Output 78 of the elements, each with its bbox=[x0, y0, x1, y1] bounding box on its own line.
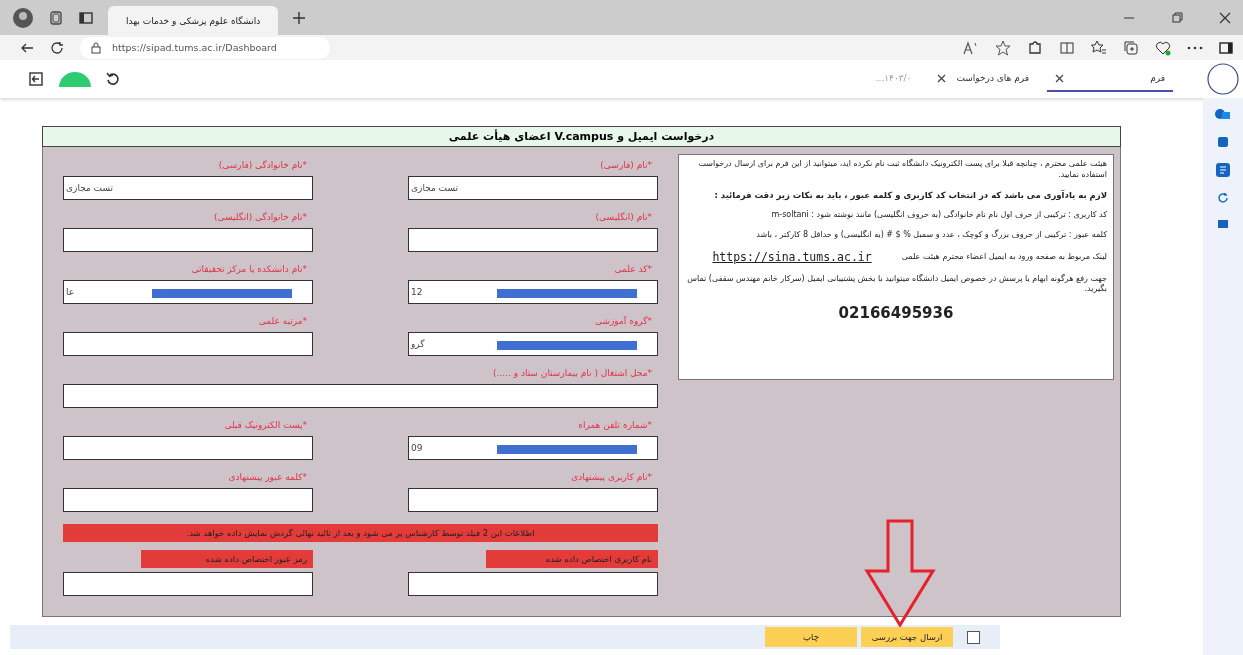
input-field[interactable] bbox=[408, 228, 658, 252]
undo-icon[interactable] bbox=[106, 72, 120, 86]
address-bar[interactable]: https://sipad.tums.ac.ir/Dashboard bbox=[80, 36, 330, 59]
input-field[interactable]: 09 bbox=[408, 436, 658, 460]
field-label: *مرتبه علمی bbox=[257, 315, 308, 328]
new-tab-icon[interactable] bbox=[292, 10, 306, 25]
input-field[interactable]: تست مجازی bbox=[63, 176, 313, 200]
restore-icon[interactable] bbox=[1171, 11, 1183, 24]
form-tab[interactable]: فرم های درخواست bbox=[929, 66, 1037, 92]
document-icon[interactable] bbox=[1215, 162, 1231, 178]
form-title: درخواست ایمیل و V.campus اعضای هیأت علمی bbox=[42, 126, 1121, 147]
tab-label: ۱۴۰۳/۰... bbox=[875, 73, 912, 83]
info-text: جهت رفع هرگونه ابهام یا پرسش در خصوص ایمیل دانشگاه میتوانید با بخش پشتیبانی ایمیل (سرکار خانم مهندس سقفی) تماس بگیرید. bbox=[686, 273, 1107, 296]
field-label: *محل اشتغال ( نام بیمارستان ستاد و .....) bbox=[492, 367, 653, 380]
input-field[interactable] bbox=[63, 436, 313, 460]
field-label: *نام کاربری پیشنهادی bbox=[570, 471, 653, 484]
collections-icon[interactable] bbox=[1123, 39, 1139, 56]
input-field[interactable]: عا bbox=[63, 280, 313, 304]
split-screen-icon[interactable] bbox=[1059, 39, 1075, 56]
tab-actions-icon[interactable] bbox=[78, 9, 94, 26]
info-text: لازم به یادآوری می باشد که در انتخاب کد کاربری و کلمه عبور ، باید به نکات زیر دقت فرمائید : bbox=[713, 189, 1107, 202]
input-field[interactable] bbox=[408, 572, 658, 596]
email-link[interactable]: https://sina.tums.ac.ir bbox=[712, 249, 872, 264]
field-label: رمز عبور اختصاص داده شده bbox=[141, 550, 313, 568]
form-tab[interactable]: فرم bbox=[1047, 66, 1173, 92]
input-field[interactable] bbox=[63, 488, 313, 512]
checkbox[interactable] bbox=[967, 630, 980, 644]
tab-label: فرم bbox=[1150, 73, 1165, 83]
close-icon[interactable] bbox=[1219, 11, 1231, 24]
field-label: *کد علمی bbox=[613, 263, 653, 276]
sidebar-icon[interactable] bbox=[1219, 41, 1233, 54]
input-field[interactable]: تست مجازی bbox=[408, 176, 658, 200]
favorites-icon[interactable] bbox=[1091, 39, 1107, 56]
field-label: *گروه آموزشی bbox=[593, 315, 653, 328]
field-label: *نام خانوادگی (فارسی) bbox=[217, 159, 308, 172]
notice-banner: اطلاعات این 2 فیلد توسط کارشناس پر می شود و بعد از تائید نهائی گردش نمایش داده خواهد شد. bbox=[63, 524, 658, 542]
heart-icon[interactable] bbox=[1155, 39, 1171, 56]
input-field[interactable] bbox=[63, 332, 313, 356]
field-label: *شماره تلفن همراه bbox=[577, 419, 653, 432]
phone-number: 02166495936 bbox=[837, 304, 955, 323]
field-label: *نام (انگلیسی) bbox=[594, 211, 653, 224]
input-field[interactable] bbox=[63, 384, 658, 408]
field-label: *پست الکترونیک قبلی bbox=[223, 419, 308, 432]
input-field[interactable]: گرو bbox=[408, 332, 658, 356]
url-text: https://sipad.tums.ac.ir/Dashboard bbox=[112, 42, 277, 53]
app-icon[interactable] bbox=[1217, 136, 1229, 148]
sync-icon[interactable] bbox=[1217, 192, 1229, 204]
field-label: *نام دانشکده یا مرکز تحقیقاتی bbox=[190, 263, 308, 276]
read-aloud-icon[interactable] bbox=[963, 40, 979, 55]
star-icon[interactable] bbox=[995, 39, 1011, 56]
info-text: کد کاربری : ترکیبی از حرف اول نام نام خانوادگی (به حروف انگلیسی) مانند نوشته شود : m-soltani bbox=[770, 210, 1107, 221]
link-caption: لینک مربوط به صفحه ورود به ایمیل اعضاء محترم هیئت علمی bbox=[901, 252, 1107, 262]
profile-avatar-icon[interactable] bbox=[12, 6, 34, 29]
extensions-icon[interactable] bbox=[1027, 39, 1043, 56]
action-button[interactable]: چاپ bbox=[765, 627, 857, 647]
input-field[interactable] bbox=[63, 228, 313, 252]
close-icon[interactable] bbox=[937, 73, 947, 83]
more-icon[interactable] bbox=[1187, 45, 1203, 50]
info-text: هیئت علمی محترم ، چنانچه قبلا برای پست الکترونیک دانشگاه ثبت نام نکرده اید، میتوانید از این فرم برای ارسال درخواست استفاده نمایید. bbox=[697, 159, 1107, 181]
workspaces-icon[interactable] bbox=[48, 9, 64, 26]
input-field[interactable]: 12 bbox=[408, 280, 658, 304]
logout-icon[interactable] bbox=[28, 71, 44, 87]
input-field[interactable] bbox=[63, 572, 313, 596]
tab-title: دانشگاه علوم پزشکی و خدمات بهدا bbox=[126, 15, 261, 26]
field-label: نام کاربری اختصاص داده شده bbox=[486, 550, 658, 568]
browser-tab[interactable]: دانشگاه علوم پزشکی و خدمات بهدا bbox=[108, 6, 278, 35]
avatar-icon[interactable] bbox=[1207, 63, 1239, 95]
action-button[interactable]: ارسال جهت بررسی bbox=[861, 627, 953, 647]
field-label: *کلمه عبور پیشنهادی bbox=[227, 471, 308, 484]
input-field[interactable] bbox=[408, 488, 658, 512]
field-label: *نام خانوادگی (انگلیسی) bbox=[212, 211, 308, 224]
field-label: *نام (فارسی) bbox=[599, 159, 653, 172]
info-text: کلمه عبور : ترکیبی از حروف بزرگ و کوچک ، عدد و سمبل % $ # (به انگلیسی) و حداقل 8 کارکتر ، باشد bbox=[755, 229, 1107, 241]
outlook-icon[interactable] bbox=[1215, 108, 1231, 122]
refresh-icon[interactable] bbox=[50, 40, 64, 55]
close-icon[interactable] bbox=[1055, 73, 1064, 83]
tab-label: فرم های درخواست bbox=[956, 73, 1029, 83]
lock-icon bbox=[90, 41, 102, 54]
